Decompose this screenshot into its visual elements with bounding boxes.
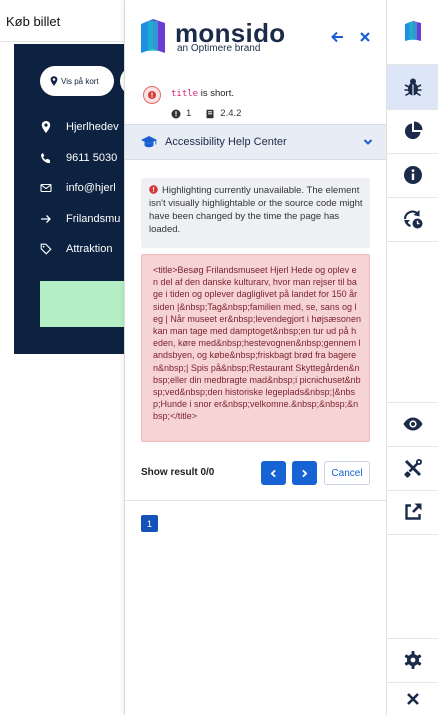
monsido-sidebar <box>386 0 438 715</box>
sidebar-recheck-button[interactable] <box>387 197 438 241</box>
help-center-label: Accessibility Help Center <box>165 136 287 148</box>
show-result-label: Show result 0/0 <box>141 467 215 478</box>
external-link-icon <box>405 503 422 520</box>
contact-link-text: Frilandsmu <box>66 213 121 225</box>
issue-message: is short. <box>198 88 234 99</box>
warning-circle-icon <box>148 91 156 99</box>
issue-code: title <box>171 89 199 99</box>
contact-phone[interactable]: 9611 5030 <box>14 148 130 168</box>
sidebar-visibility-button[interactable] <box>387 402 438 446</box>
sidebar-close-button[interactable] <box>387 682 438 715</box>
issue-title: title is short. <box>171 88 234 99</box>
sidebar-open-external-button[interactable] <box>387 490 438 534</box>
page-number-button[interactable]: 1 <box>141 515 158 532</box>
envelope-icon <box>40 183 52 193</box>
error-circle-icon <box>149 185 158 194</box>
phone-icon <box>40 153 50 164</box>
contact-link[interactable]: Frilandsmu <box>14 209 130 229</box>
close-icon <box>407 692 419 705</box>
next-result-button[interactable] <box>292 461 317 485</box>
book-icon <box>206 109 214 118</box>
previous-result-button[interactable] <box>261 461 286 485</box>
graduation-cap-icon <box>141 136 157 148</box>
close-panel-button[interactable] <box>356 28 374 46</box>
chevron-right-icon <box>302 469 308 477</box>
contact-email[interactable]: info@hjerl <box>14 178 130 198</box>
arrow-left-icon <box>331 31 343 43</box>
buy-ticket-link[interactable]: Køb billet <box>6 14 60 29</box>
website-info-box: Vis på kort Hjerlhedev 9611 5030 info@hj… <box>14 44 130 354</box>
contact-category-text: Attraktion <box>66 243 113 255</box>
pie-chart-icon <box>404 121 423 140</box>
arrow-right-icon <box>41 215 51 223</box>
contact-address-text: Hjerlhedev <box>66 121 119 133</box>
brand-tagline: an Optimere brand <box>177 43 261 54</box>
monsido-panel: monsido an Optimere brand title is short… <box>124 0 387 715</box>
show-on-map-button[interactable]: Vis på kort <box>40 66 114 96</box>
highlight-warning-text: Highlighting currently unavailable. The … <box>149 185 363 235</box>
chevron-down-icon <box>363 139 373 145</box>
sidebar-logo <box>387 9 438 53</box>
sidebar-statistics-button[interactable] <box>387 109 438 153</box>
contact-email-text: info@hjerl <box>66 182 116 194</box>
eye-icon <box>403 417 423 431</box>
chevron-left-icon <box>270 469 276 477</box>
wcag-criterion: 2.4.2 <box>220 108 242 119</box>
location-pin-icon <box>41 121 51 133</box>
contact-phone-text: 9611 5030 <box>66 152 118 164</box>
website-background: Køb billet Vis på kort Hjerlhedev 9611 5… <box>0 0 130 715</box>
issue-count: 1 <box>186 108 192 119</box>
sidebar-info-button[interactable] <box>387 153 438 197</box>
tag-icon <box>40 243 52 255</box>
sidebar-settings-button[interactable] <box>387 638 438 682</box>
contact-category[interactable]: Attraktion <box>14 239 130 259</box>
gear-icon <box>404 651 422 669</box>
refresh-clock-icon <box>403 210 423 229</box>
tools-icon <box>404 459 422 478</box>
source-code-snippet: <title>Besøg Frilandsmuseet Hjerl Hede o… <box>141 254 370 442</box>
website-topbar: Køb billet <box>0 0 130 42</box>
issue-meta: 1 2.4.2 <box>171 108 241 119</box>
accessibility-help-center-toggle[interactable]: Accessibility Help Center <box>125 124 387 160</box>
result-navigation: Show result 0/0 Cancel <box>141 459 370 487</box>
exclamation-circle-icon <box>171 109 181 118</box>
cancel-button[interactable]: Cancel <box>324 461 370 485</box>
monsido-logo-icon <box>141 19 165 53</box>
contact-address[interactable]: Hjerlhedev <box>14 117 130 137</box>
back-button[interactable] <box>328 28 346 46</box>
highlight-warning: Highlighting currently unavailable. The … <box>141 178 370 248</box>
location-pin-icon <box>50 76 58 86</box>
sidebar-accessibility-button[interactable] <box>387 65 438 109</box>
bug-icon <box>404 78 422 97</box>
show-on-map-label: Vis på kort <box>61 76 99 86</box>
info-icon <box>404 166 422 184</box>
section-divider <box>125 500 387 501</box>
close-icon <box>360 32 370 42</box>
error-badge <box>143 86 161 104</box>
monsido-logo-icon <box>405 21 421 41</box>
sidebar-tools-button[interactable] <box>387 446 438 490</box>
website-cta-button[interactable] <box>40 281 130 327</box>
